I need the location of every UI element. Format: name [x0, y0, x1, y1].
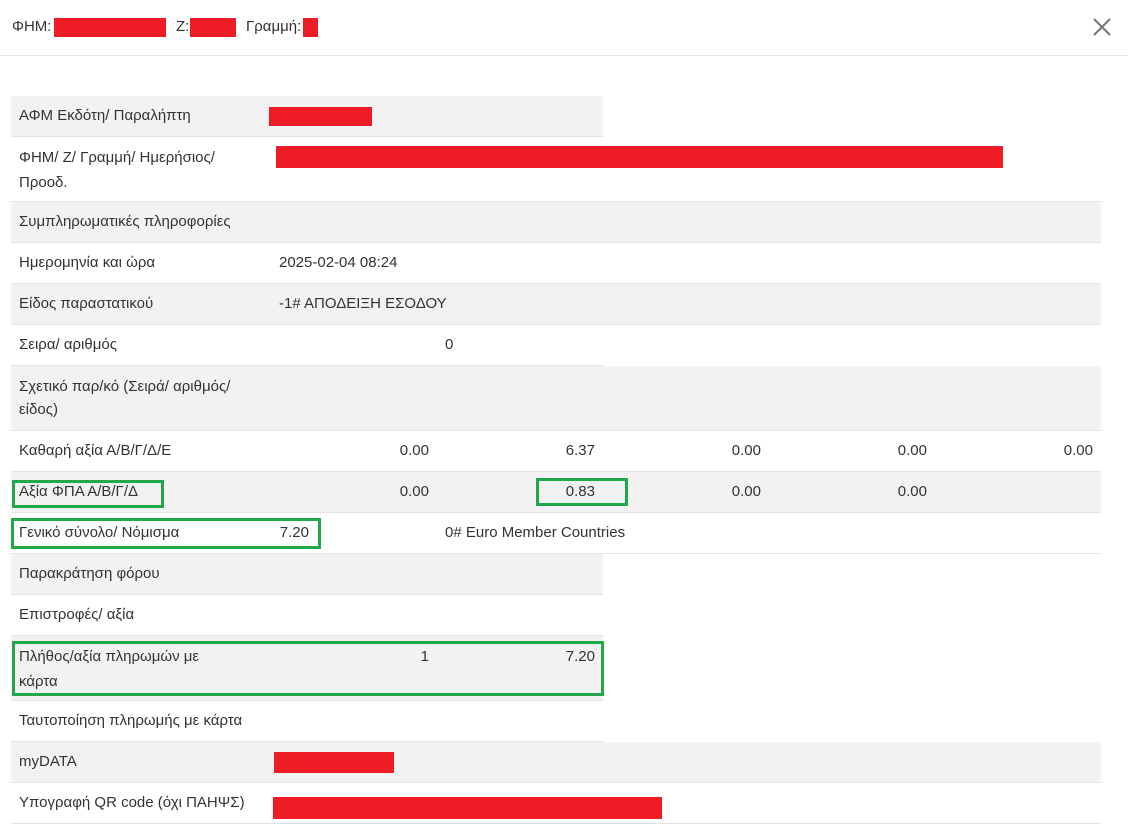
row-extra-info: Συμπληρωματικές πληροφορίες [11, 202, 1101, 243]
fhm-row-label-2: Προοδ. [19, 174, 68, 191]
row-afm: ΑΦΜ Εκδότη/ Παραλήπτη [11, 96, 603, 137]
qr-redaction [273, 797, 662, 819]
fhm-row-redaction [276, 146, 1003, 168]
vat-value-a: 0.00 [399, 483, 429, 500]
highlight-vat-label [12, 480, 164, 508]
net-value-d: 0.00 [897, 442, 927, 459]
highlight-card-payments [12, 641, 604, 696]
row-returns: Επιστροφές/ αξία [11, 595, 603, 636]
net-value-a: 0.00 [399, 442, 429, 459]
withholding-label: Παρακράτηση φόρου [19, 565, 160, 582]
fhm-label: ΦΗΜ: [12, 18, 52, 35]
row-series: Σειρα/ αριθμός 0 [11, 325, 603, 366]
mydata-redaction [274, 752, 394, 773]
row-doctype: Είδος παραστατικού -1# ΑΠΟΔΕΙΞΗ ΕΣΟΔΟΥ [11, 284, 1101, 325]
doctype-value: -1# ΑΠΟΔΕΙΞΗ ΕΣΟΔΟΥ [279, 295, 447, 312]
z-redaction [190, 18, 236, 37]
row-net-value: Καθαρή αξία Α/Β/Γ/Δ/Ε 0.00 6.37 0.00 0.0… [11, 431, 1101, 472]
mydata-label: myDATA [19, 753, 77, 770]
row-datetime: Ημερομηνία και ώρα 2025-02-04 08:24 [11, 243, 1101, 284]
card-id-label: Ταυτοποίηση πληρωμής με κάρτα [19, 712, 243, 729]
fhm-row-label-1: ΦΗΜ/ Ζ/ Γραμμή/ Ημερήσιος/ [19, 149, 215, 166]
row-card-identification: Ταυτοποίηση πληρωμής με κάρτα [11, 701, 603, 742]
net-value-b: 6.37 [565, 442, 595, 459]
afm-redaction [269, 107, 372, 126]
extra-info-label: Συμπληρωματικές πληροφορίες [19, 213, 231, 230]
close-icon[interactable] [1088, 13, 1116, 41]
line-label: Γραμμή: [246, 18, 302, 35]
line-redaction [303, 18, 318, 37]
total-currency: 0# Euro Member Countries [445, 524, 626, 541]
vat-value-c: 0.00 [731, 483, 761, 500]
highlight-vat-b [536, 478, 628, 506]
highlight-grand-total [11, 518, 321, 549]
row-qr-signature: Υπογραφή QR code (όχι ΠΑΗΨΣ) [11, 783, 1101, 824]
related-label-2: είδος) [19, 401, 58, 418]
net-value-c: 0.00 [731, 442, 761, 459]
row-withholding: Παρακράτηση φόρου [11, 554, 603, 595]
datetime-value: 2025-02-04 08:24 [279, 254, 398, 271]
row-fhm: ΦΗΜ/ Ζ/ Γραμμή/ Ημερήσιος/ Προοδ. [11, 137, 1101, 202]
fhm-redaction [54, 18, 166, 37]
vat-value-d: 0.00 [897, 483, 927, 500]
doctype-label: Είδος παραστατικού [19, 295, 154, 312]
z-label: Z: [176, 18, 190, 35]
dialog-header: ΦΗΜ: Z: Γραμμή: [0, 0, 1128, 56]
qr-label: Υπογραφή QR code (όχι ΠΑΗΨΣ) [19, 794, 245, 811]
net-label: Καθαρή αξία Α/Β/Γ/Δ/Ε [19, 442, 172, 459]
afm-label: ΑΦΜ Εκδότη/ Παραλήπτη [19, 107, 191, 124]
returns-label: Επιστροφές/ αξία [19, 606, 135, 623]
row-related: Σχετικό παρ/κό (Σειρά/ αριθμός/ είδος) [11, 366, 1101, 431]
net-value-e: 0.00 [1063, 442, 1093, 459]
series-value: 0 [445, 336, 454, 353]
datetime-label: Ημερομηνία και ώρα [19, 254, 156, 271]
series-label: Σειρα/ αριθμός [19, 336, 117, 353]
row-mydata: myDATA [11, 742, 1101, 783]
